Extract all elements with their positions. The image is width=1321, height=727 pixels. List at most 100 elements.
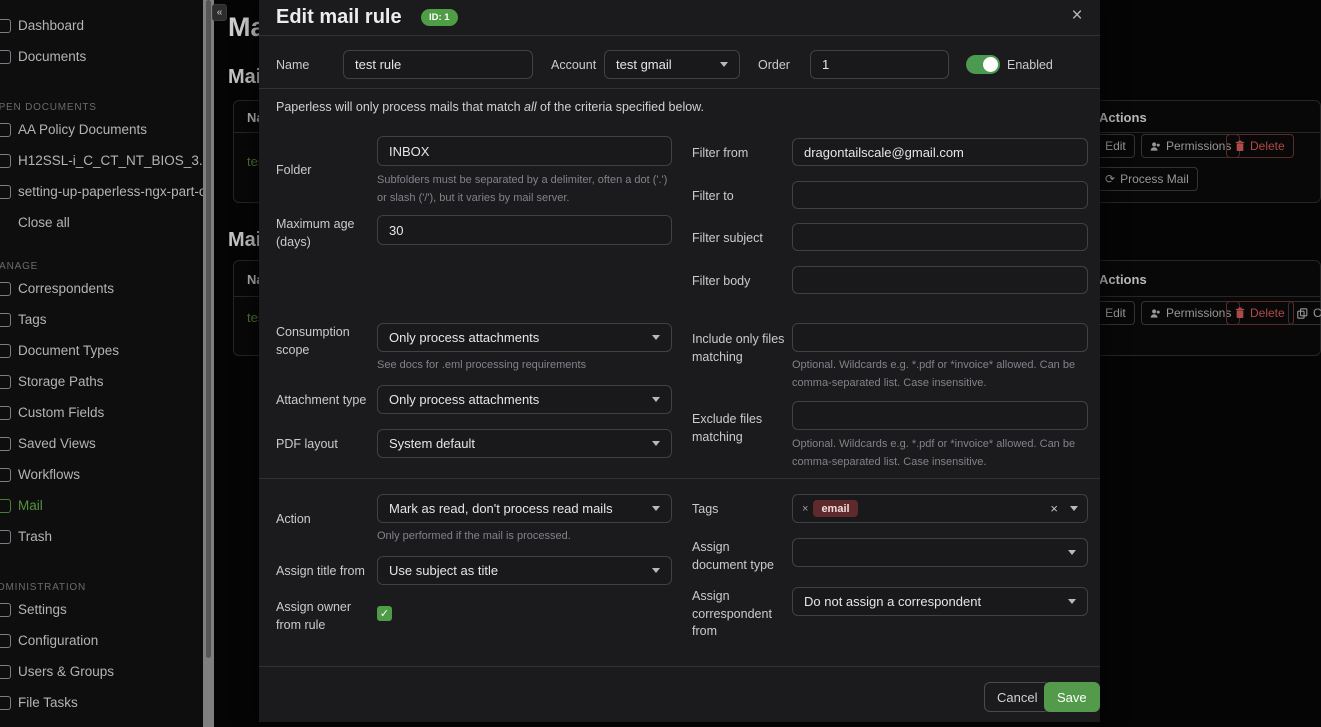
saved-views-icon: [0, 437, 11, 451]
filter-from-input[interactable]: [792, 138, 1088, 166]
sidebar-collapse-button[interactable]: «: [212, 4, 227, 21]
sidebar-item-label: Storage Paths: [18, 374, 104, 389]
sidebar-item-mail[interactable]: Mail: [0, 490, 203, 521]
attachment-type-select[interactable]: Only process attachments: [377, 385, 672, 414]
sidebar-item-correspondents[interactable]: Correspondents: [0, 273, 203, 304]
edit-mail-rule-modal: Edit mail rule ID: 1 × Name Account test…: [259, 0, 1100, 722]
sidebar-item-label: Close all: [18, 215, 70, 230]
assign-doc-type-select[interactable]: [792, 538, 1088, 567]
people-icon: [1150, 308, 1161, 319]
enabled-label: Enabled: [1007, 57, 1053, 75]
include-files-help: Optional. Wildcards e.g. *.pdf or *invoi…: [792, 356, 1092, 392]
sidebar-item-label: Saved Views: [18, 436, 96, 451]
filter-body-input[interactable]: [792, 266, 1088, 294]
assign-correspondent-select[interactable]: Do not assign a correspondent: [792, 587, 1088, 616]
sidebar-item-settings[interactable]: Settings: [0, 594, 203, 625]
document-icon: [0, 185, 11, 199]
sidebar-item-label: Document Types: [18, 343, 119, 358]
folder-input[interactable]: [377, 136, 672, 166]
consumption-scope-value: Only process attachments: [389, 330, 539, 345]
close-icon[interactable]: ×: [1063, 2, 1091, 30]
sidebar-item-dashboard[interactable]: Dashboard: [0, 10, 203, 41]
consumption-scope-select[interactable]: Only process attachments: [377, 323, 672, 352]
max-age-input[interactable]: [377, 215, 672, 245]
name-label: Name: [276, 57, 309, 75]
sidebar-item-close-all[interactable]: Close all: [0, 207, 203, 238]
action-value: Mark as read, don't process read mails: [389, 501, 613, 516]
gear-icon: [0, 603, 11, 617]
tags-select[interactable]: × email ×: [792, 494, 1088, 523]
sidebar-item-custom-fields[interactable]: Custom Fields: [0, 397, 203, 428]
sidebar-item-configuration[interactable]: Configuration: [0, 625, 203, 656]
actions-column-header: Actions: [1099, 110, 1147, 125]
sidebar-item-label: Trash: [18, 529, 52, 544]
assign-correspondent-value: Do not assign a correspondent: [804, 594, 981, 609]
check-icon: ✓: [380, 607, 389, 620]
include-files-input[interactable]: [792, 323, 1088, 352]
cancel-button[interactable]: Cancel: [984, 682, 1050, 712]
document-icon: [0, 123, 11, 137]
process-mail-button[interactable]: ⟳Process Mail: [1096, 167, 1198, 191]
filter-body-label: Filter body: [692, 273, 784, 291]
sidebar-item-workflows[interactable]: Workflows: [0, 459, 203, 490]
order-input[interactable]: [810, 50, 949, 79]
chevron-down-icon[interactable]: [1070, 506, 1078, 511]
file-tasks-icon: [0, 696, 11, 710]
assign-title-from-select[interactable]: Use subject as title: [377, 556, 672, 585]
sidebar-item-users-groups[interactable]: Users & Groups: [0, 656, 203, 687]
exclude-files-input[interactable]: [792, 401, 1088, 430]
sidebar-scrollbar[interactable]: [203, 0, 214, 727]
enabled-toggle[interactable]: [966, 55, 1000, 74]
sidebar-item-label: setting-up-paperless-ngx-part-one: [18, 184, 203, 199]
sidebar-item-tags[interactable]: Tags: [0, 304, 203, 335]
sidebar-header-open-documents: OPEN DOCUMENTS: [0, 100, 203, 114]
sidebar-item-open-doc-1[interactable]: AA Policy Documents: [0, 114, 203, 145]
dashboard-icon: [0, 19, 11, 33]
account-select[interactable]: test gmail: [604, 50, 740, 79]
sidebar-item-label: Users & Groups: [18, 664, 114, 679]
sidebar-scrollbar-thumb[interactable]: [206, 0, 211, 658]
chevron-down-icon: [652, 397, 660, 402]
sidebar-item-label: H12SSL-i_C_CT_NT_BIOS_3.3_rele...: [18, 153, 203, 168]
chevron-down-icon: [1068, 550, 1076, 555]
custom-fields-icon: [0, 406, 11, 420]
tags-clear-icon[interactable]: ×: [1050, 501, 1058, 516]
sidebar-header-manage: MANAGE: [0, 259, 203, 273]
sidebar-item-document-types[interactable]: Document Types: [0, 335, 203, 366]
sidebar-item-label: Custom Fields: [18, 405, 104, 420]
criteria-note: Paperless will only process mails that m…: [276, 100, 704, 114]
filter-to-input[interactable]: [792, 181, 1088, 209]
order-label: Order: [758, 57, 790, 75]
sidebar-item-label: AA Policy Documents: [18, 122, 147, 137]
tag-icon: [0, 313, 11, 327]
trash-icon: [1235, 307, 1245, 319]
delete-button[interactable]: Delete: [1226, 301, 1294, 325]
sidebar-item-saved-views[interactable]: Saved Views: [0, 428, 203, 459]
delete-button[interactable]: Delete: [1226, 134, 1294, 158]
toggle-knob: [983, 57, 998, 72]
sidebar-item-documents[interactable]: Documents: [0, 41, 203, 72]
divider: [259, 35, 1100, 36]
sidebar-item-trash[interactable]: Trash: [0, 521, 203, 552]
action-select[interactable]: Mark as read, don't process read mails: [377, 494, 672, 523]
filter-subject-input[interactable]: [792, 223, 1088, 251]
sidebar-item-open-doc-2[interactable]: H12SSL-i_C_CT_NT_BIOS_3.3_rele...: [0, 145, 203, 176]
mail-icon: [0, 499, 11, 513]
assign-title-from-value: Use subject as title: [389, 563, 498, 578]
sidebar-item-file-tasks[interactable]: File Tasks: [0, 687, 203, 718]
sidebar-item-open-doc-3[interactable]: setting-up-paperless-ngx-part-one: [0, 176, 203, 207]
copy-button[interactable]: Copy: [1288, 301, 1321, 325]
sidebar-item-label: Workflows: [18, 467, 80, 482]
save-button[interactable]: Save: [1044, 682, 1100, 712]
sidebar-item-storage-paths[interactable]: Storage Paths: [0, 366, 203, 397]
pdf-layout-value: System default: [389, 436, 475, 451]
sidebar-item-label: Tags: [18, 312, 47, 327]
sidebar-item-label: Documents: [18, 49, 86, 64]
tag-remove-icon[interactable]: ×: [802, 503, 808, 515]
divider: [259, 88, 1100, 89]
actions-column-header: Actions: [1099, 272, 1147, 287]
sidebar-item-label: File Tasks: [18, 695, 78, 710]
assign-owner-checkbox[interactable]: ✓: [377, 606, 392, 621]
pdf-layout-select[interactable]: System default: [377, 429, 672, 458]
name-input[interactable]: [343, 50, 533, 79]
